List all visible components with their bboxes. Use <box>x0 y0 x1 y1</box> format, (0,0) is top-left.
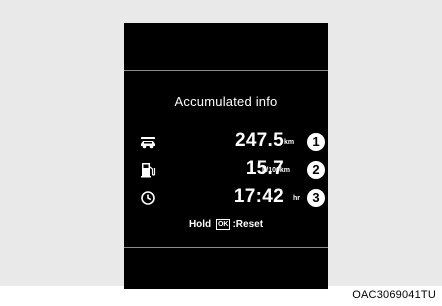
callout-badge-1: 1 <box>307 133 325 151</box>
figure: Accumulated info 247.5 km 1 15.7 L/100km… <box>0 0 442 306</box>
clock-icon <box>140 190 156 206</box>
display-top-band <box>124 23 328 70</box>
distance-unit: km <box>284 139 295 146</box>
fuel-pump-icon <box>140 162 156 178</box>
elapsed-time-value: 17:42 <box>233 186 284 207</box>
fuel-economy-unit: L/100km <box>262 167 291 174</box>
distance-value: 247.5 <box>234 130 284 151</box>
reset-instruction: Hold OK:Reset <box>124 219 328 230</box>
distance-icon <box>140 134 156 150</box>
callout-badge-2: 2 <box>307 161 325 179</box>
cluster-lcd-display: Accumulated info 247.5 km 1 15.7 L/100km… <box>124 23 328 289</box>
display-title: Accumulated info <box>174 94 278 109</box>
trip-distance-row: 247.5 km 1 <box>124 130 328 153</box>
reset-label: :Reset <box>232 219 264 230</box>
fuel-economy-row: 15.7 L/100km 2 <box>124 158 328 181</box>
elapsed-time-row: 17:42 hr 3 <box>124 186 328 209</box>
display-bottom-band <box>124 247 328 289</box>
callout-badge-3: 3 <box>307 189 325 207</box>
ok-button-glyph: OK <box>215 219 231 230</box>
hold-label: Hold <box>188 219 212 230</box>
elapsed-time-unit: hr <box>293 195 300 202</box>
figure-code: OAC3069041TU <box>352 289 436 301</box>
top-divider <box>124 70 328 71</box>
